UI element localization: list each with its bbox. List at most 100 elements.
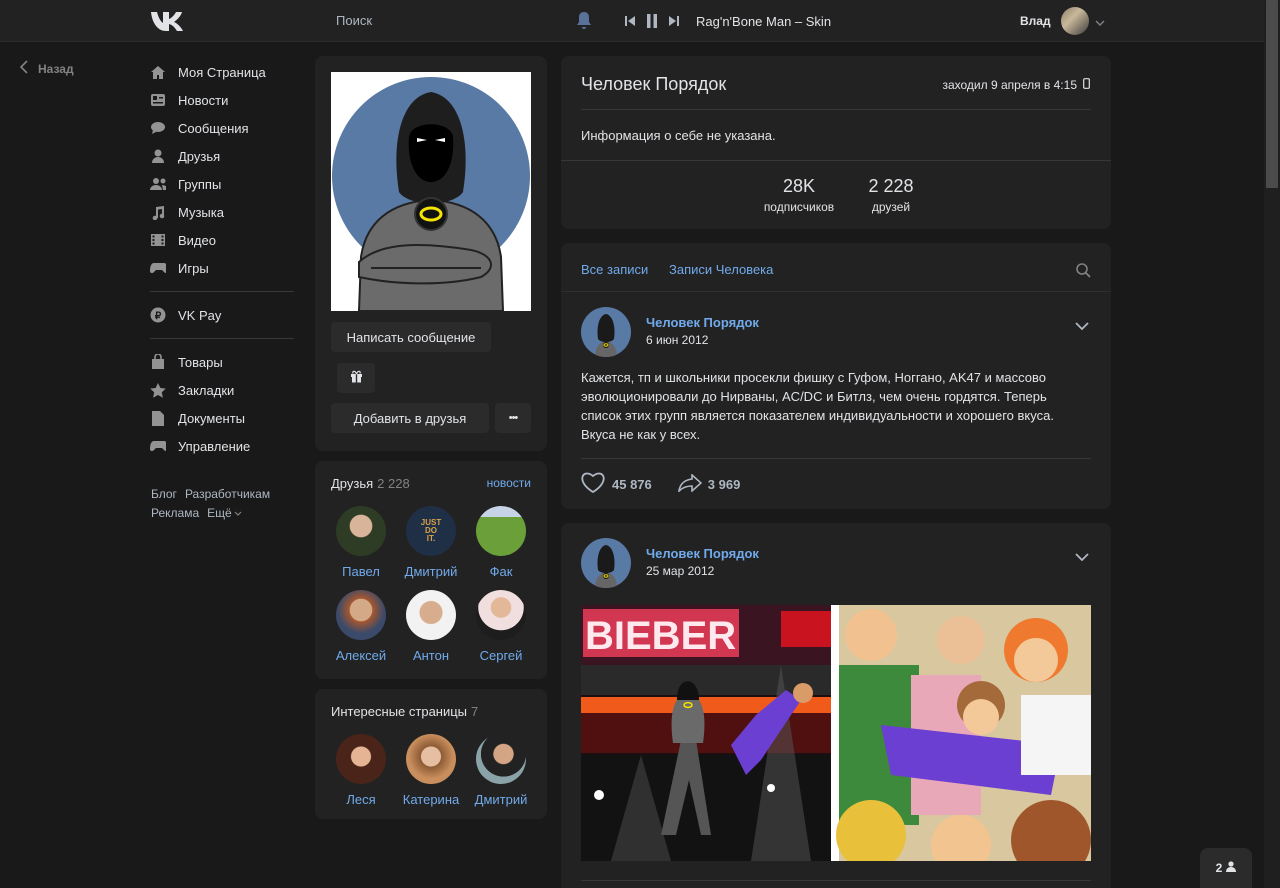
track-title[interactable]: Rag'n'Bone Man – Skin xyxy=(696,14,831,29)
search-input[interactable]: Поиск xyxy=(336,13,372,28)
post-actions: 45 876 3 969 xyxy=(581,472,740,496)
divider xyxy=(581,880,1091,881)
mobile-icon xyxy=(1083,78,1090,92)
next-track-icon[interactable] xyxy=(668,15,680,30)
music-icon xyxy=(150,204,166,220)
sidebar-item-label: Группы xyxy=(178,176,222,192)
star-icon xyxy=(150,382,166,398)
friend-item[interactable]: Алексей xyxy=(326,590,396,663)
friend-item[interactable]: Сергей xyxy=(466,590,536,663)
interesting-title[interactable]: Интересные страницы 7 xyxy=(331,704,478,719)
bell-icon[interactable] xyxy=(575,11,593,34)
sidebar-item-vkpay[interactable]: ₽ VK Pay xyxy=(150,301,295,329)
gift-button[interactable] xyxy=(337,363,375,393)
developers-link[interactable]: Разработчикам xyxy=(185,487,270,501)
search-icon[interactable] xyxy=(1076,263,1091,281)
sidebar-item-label: Моя Страница xyxy=(178,64,266,80)
page-item[interactable]: Дмитрий xyxy=(466,734,536,807)
post-text: Кажется, тп и школьники просекли фишку с… xyxy=(581,370,1054,442)
video-icon xyxy=(150,232,166,248)
sidebar-item-documents[interactable]: Документы xyxy=(150,404,295,432)
sidebar-item-label: Друзья xyxy=(178,148,221,164)
avatar[interactable] xyxy=(581,307,631,357)
footer-links: Блог Разработчикам Реклама Ещё xyxy=(151,485,278,523)
post-date[interactable]: 6 июн 2012 xyxy=(646,333,708,347)
friend-item[interactable]: Антон xyxy=(396,590,466,663)
sidebar-item-music[interactable]: Музыка xyxy=(150,198,295,226)
avatar: JUST DO IT. xyxy=(406,506,456,556)
post-image[interactable]: BIEBER xyxy=(581,605,1091,861)
share-button[interactable]: 3 969 xyxy=(677,472,740,495)
stat-value: 28K xyxy=(782,176,816,196)
sidebar-item-groups[interactable]: Группы xyxy=(150,170,295,198)
page-name: Дмитрий xyxy=(474,792,528,807)
sidebar-item-my-page[interactable]: Моя Страница xyxy=(150,58,295,86)
online-count: 2 xyxy=(1215,861,1223,875)
like-button[interactable]: 45 876 xyxy=(581,472,652,496)
sidebar-item-friends[interactable]: Друзья xyxy=(150,142,295,170)
divider xyxy=(561,160,1111,161)
post-author[interactable]: Человек Порядок xyxy=(646,546,759,561)
friend-item[interactable]: JUST DO IT. Дмитрий xyxy=(396,506,466,579)
friends-news-link[interactable]: новости xyxy=(487,476,531,490)
tab-owner-posts[interactable]: Записи Человека xyxy=(669,262,773,277)
chevron-down-icon[interactable] xyxy=(1075,549,1089,564)
post-author[interactable]: Человек Порядок xyxy=(646,315,759,330)
page-name: Катерина xyxy=(402,792,460,807)
sidebar-item-messages[interactable]: Сообщения xyxy=(150,114,295,142)
page-item[interactable]: Леся xyxy=(326,734,396,807)
wall-tabs: Все записи Записи Человека xyxy=(561,243,1111,291)
sidebar-item-news[interactable]: Новости xyxy=(150,86,295,114)
back-link[interactable]: Назад xyxy=(19,60,74,77)
friend-item[interactable]: Фак xyxy=(466,506,536,579)
chevron-down-icon xyxy=(1095,14,1105,29)
vk-logo-icon[interactable] xyxy=(150,9,184,34)
interesting-count: 7 xyxy=(471,704,479,719)
chevron-down-icon xyxy=(234,506,242,520)
sidebar-item-label: Товары xyxy=(178,354,223,370)
post-date[interactable]: 25 мар 2012 xyxy=(646,564,714,578)
bag-icon xyxy=(150,354,166,370)
games-icon xyxy=(150,260,166,276)
tab-all-posts[interactable]: Все записи xyxy=(581,262,648,277)
page-item[interactable]: Катерина xyxy=(396,734,466,807)
friends-count: 2 228 xyxy=(377,476,410,491)
ads-link[interactable]: Реклама xyxy=(151,506,199,520)
heart-icon xyxy=(581,472,605,496)
sidebar-item-bookmarks[interactable]: Закладки xyxy=(150,376,295,404)
more-link[interactable]: Ещё xyxy=(207,506,232,520)
friends-stat[interactable]: 2 228 друзей xyxy=(856,176,926,214)
friend-item[interactable]: Павел xyxy=(326,506,396,579)
friends-title[interactable]: Друзья 2 228 xyxy=(331,476,410,491)
sidebar-item-label: Закладки xyxy=(178,382,235,398)
sidebar-item-manage[interactable]: Управление xyxy=(150,432,295,460)
blog-link[interactable]: Блог xyxy=(151,487,177,501)
avatar[interactable] xyxy=(581,538,631,588)
stat-label: подписчиков xyxy=(763,200,835,214)
sidebar-item-video[interactable]: Видео xyxy=(150,226,295,254)
pause-icon[interactable] xyxy=(646,13,658,32)
profile-info-card: Человек Порядок заходил 9 апреля в 4:15 … xyxy=(561,56,1111,229)
scrollbar[interactable] xyxy=(1264,0,1280,888)
more-actions-button[interactable]: ••• xyxy=(495,403,531,433)
online-friends-button[interactable]: 2 xyxy=(1200,848,1252,888)
avatar xyxy=(476,590,526,640)
sidebar-item-label: Видео xyxy=(178,232,216,248)
gamepad-icon xyxy=(150,438,166,454)
sidebar-item-goods[interactable]: Товары xyxy=(150,348,295,376)
friend-name: Фак xyxy=(489,564,513,579)
user-name: Влад xyxy=(1020,14,1051,28)
profile-photo[interactable] xyxy=(331,72,531,311)
send-message-button[interactable]: Написать сообщение xyxy=(331,322,491,352)
chevron-down-icon[interactable] xyxy=(1075,318,1089,333)
last-seen: заходил 9 апреля в 4:15 xyxy=(942,78,1090,92)
about-text: Информация о себе не указана. xyxy=(581,128,776,143)
user-menu[interactable]: Влад xyxy=(1020,7,1105,35)
groups-icon xyxy=(150,176,166,192)
scrollbar-thumb[interactable] xyxy=(1266,0,1278,188)
wall-post: Человек Порядок 6 июн 2012 Кажется, тп и… xyxy=(561,291,1111,509)
prev-track-icon[interactable] xyxy=(624,15,636,30)
sidebar-item-games[interactable]: Игры xyxy=(150,254,295,282)
followers-stat[interactable]: 28K подписчиков xyxy=(754,176,844,214)
add-friend-button[interactable]: Добавить в друзья xyxy=(331,403,489,433)
